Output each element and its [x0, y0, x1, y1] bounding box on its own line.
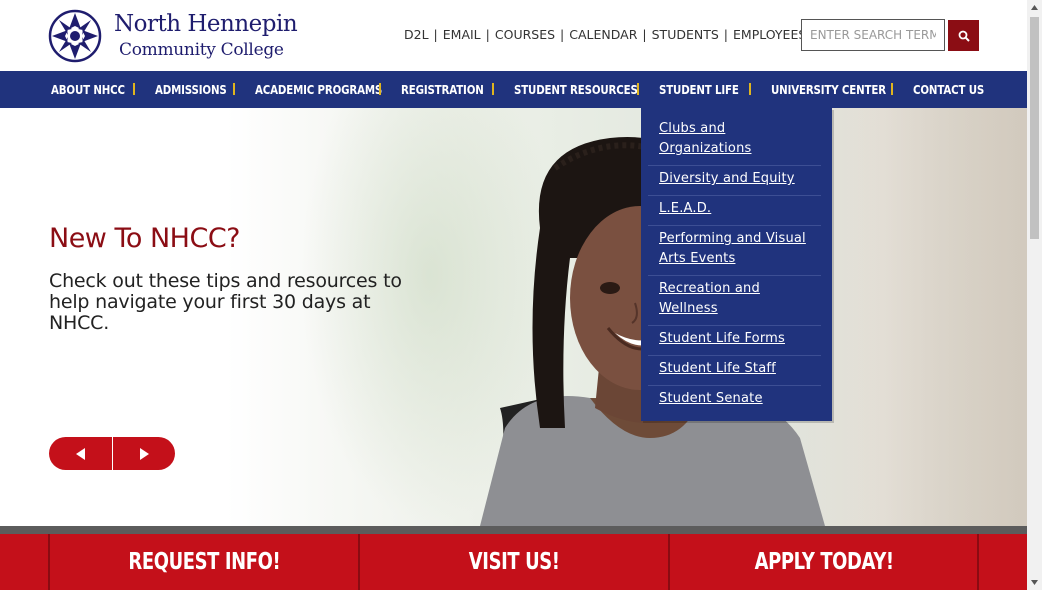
- hero-heading: New To NHCC?: [49, 223, 241, 254]
- dropdown-item-senate[interactable]: Student Senate: [648, 386, 821, 415]
- dropdown-item-clubs[interactable]: Clubs and Organizations: [648, 116, 821, 166]
- logo-mark-icon: [48, 9, 102, 63]
- request-info-button[interactable]: REQUEST INFO!: [50, 534, 358, 590]
- apply-today-label: APPLY TODAY!: [754, 549, 894, 575]
- nav-separator: [637, 83, 639, 95]
- separator: |: [433, 27, 438, 42]
- cta-bar: REQUEST INFO! VISIT US! APPLY TODAY!: [0, 534, 1027, 590]
- dropdown-item-staff[interactable]: Student Life Staff: [648, 356, 821, 386]
- cta-divider: [977, 534, 979, 590]
- arrow-right-icon: [140, 447, 149, 460]
- utility-link-employees[interactable]: EMPLOYEES: [733, 27, 806, 42]
- scroll-thumb[interactable]: [1030, 17, 1039, 239]
- nav-item-contact-us[interactable]: CONTACT US: [913, 71, 984, 108]
- separator: |: [723, 27, 729, 42]
- nav-separator: [379, 83, 381, 95]
- logo-text-line1: North Hennepin: [114, 11, 298, 37]
- student-life-dropdown: Clubs and Organizations Diversity and Eq…: [641, 108, 832, 421]
- utility-link-calendar[interactable]: CALENDAR: [569, 27, 637, 42]
- utility-nav: D2L | EMAIL | COURSES | CALENDAR | STUDENTS | EMPL…: [404, 27, 806, 42]
- nav-item-academic-programs[interactable]: ACADEMIC PROGRAMS: [255, 71, 382, 108]
- page-scrollbar[interactable]: [1027, 0, 1042, 590]
- search-input[interactable]: [801, 19, 945, 51]
- nav-item-admissions[interactable]: ADMISSIONS: [155, 71, 227, 108]
- visit-us-label: VISIT US!: [468, 549, 560, 575]
- utility-link-email[interactable]: EMAIL: [443, 27, 481, 42]
- dropdown-item-diversity[interactable]: Diversity and Equity: [648, 166, 821, 196]
- slider-next-button[interactable]: [113, 437, 175, 470]
- dropdown-item-lead[interactable]: L.E.A.D.: [648, 196, 821, 226]
- logo-text-line2: Community College: [119, 40, 284, 60]
- utility-link-courses[interactable]: COURSES: [495, 27, 555, 42]
- dropdown-item-recreation[interactable]: Recreation and Wellness: [648, 276, 821, 326]
- cta-strip: [0, 526, 1027, 534]
- utility-link-students[interactable]: STUDENTS: [652, 27, 719, 42]
- college-logo[interactable]: North Hennepin Community College: [48, 9, 298, 63]
- nav-item-student-resources[interactable]: STUDENT RESOURCES: [514, 71, 638, 108]
- nav-separator: [133, 83, 135, 95]
- hero-slider: New To NHCC? Check out these tips and re…: [0, 108, 1027, 526]
- nav-separator: [233, 83, 235, 95]
- separator: |: [560, 27, 565, 42]
- main-nav: ABOUT NHCC ADMISSIONS ACADEMIC PROGRAMS …: [0, 71, 1027, 108]
- search-button[interactable]: [948, 20, 979, 51]
- scroll-down-icon[interactable]: [1027, 575, 1042, 590]
- separator: |: [642, 27, 647, 42]
- nav-separator: [492, 83, 494, 95]
- nav-separator: [749, 83, 751, 95]
- slider-prev-button[interactable]: [49, 437, 112, 470]
- site-header: North Hennepin Community College D2L | EMA…: [0, 0, 1027, 71]
- hero-text: Check out these tips and resources to he…: [49, 270, 402, 334]
- nav-item-university-center[interactable]: UNIVERSITY CENTER: [771, 71, 886, 108]
- nav-item-student-life[interactable]: STUDENT LIFE: [659, 71, 739, 108]
- utility-link-d2l[interactable]: D2L: [404, 27, 429, 42]
- arrow-left-icon: [75, 447, 85, 460]
- nav-separator: [891, 83, 893, 95]
- search-icon: [958, 30, 970, 42]
- nav-item-registration[interactable]: REGISTRATION: [401, 71, 484, 108]
- visit-us-button[interactable]: VISIT US!: [360, 534, 668, 590]
- page: North Hennepin Community College D2L | EMA…: [0, 0, 1042, 590]
- scroll-up-icon[interactable]: [1027, 0, 1042, 15]
- separator: |: [485, 27, 490, 42]
- nav-item-about[interactable]: ABOUT NHCC: [51, 71, 125, 108]
- dropdown-item-forms[interactable]: Student Life Forms: [648, 326, 821, 356]
- apply-today-button[interactable]: APPLY TODAY!: [670, 534, 978, 590]
- request-info-label: REQUEST INFO!: [128, 549, 280, 575]
- dropdown-item-arts-events[interactable]: Performing and Visual Arts Events: [648, 226, 821, 276]
